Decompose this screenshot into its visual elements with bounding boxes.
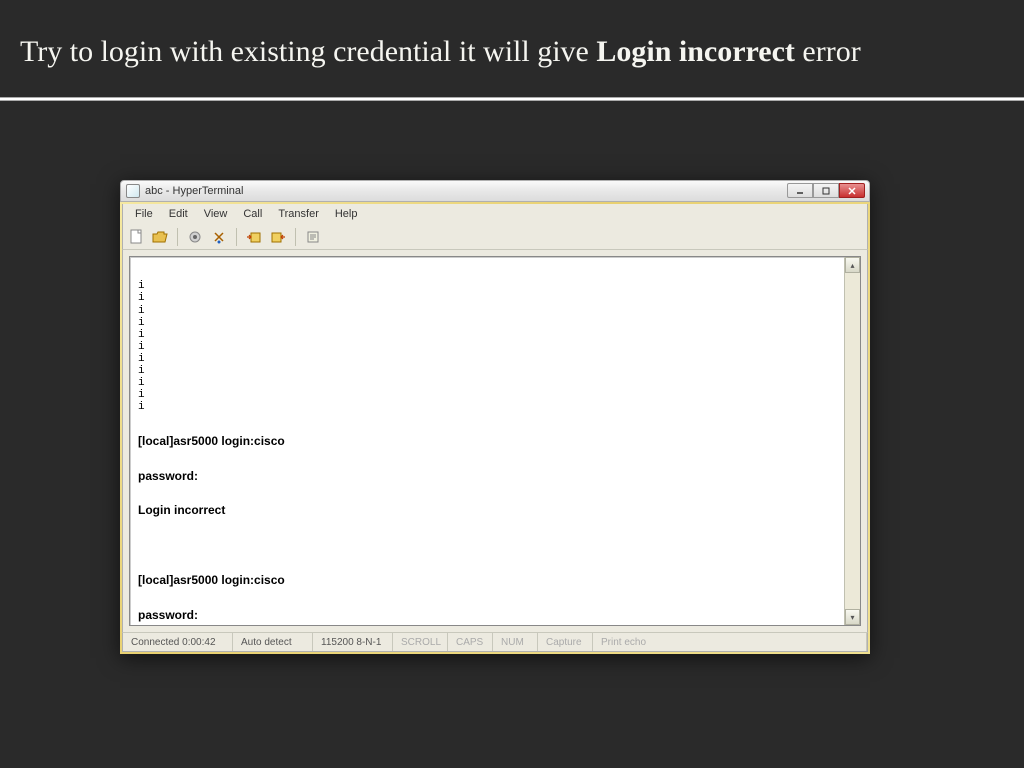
vertical-scrollbar[interactable]: ▴ ▾ (844, 257, 860, 625)
status-connected: Connected 0:00:42 (123, 633, 233, 651)
title-text-bold: Login incorrect (596, 35, 795, 68)
status-num: NUM (493, 633, 538, 651)
slide-title: Try to login with existing credential it… (0, 0, 1024, 83)
connect-icon[interactable] (186, 228, 204, 246)
toolbar-separator (236, 228, 237, 246)
maximize-button[interactable] (813, 183, 839, 198)
scroll-down-icon[interactable]: ▾ (845, 609, 860, 625)
new-icon[interactable] (127, 228, 145, 246)
menu-help[interactable]: Help (327, 206, 366, 222)
client-area: i i i i i i i i i i i [local]asr5000 log… (122, 250, 868, 632)
toolbar-separator (295, 228, 296, 246)
window-body: File Edit View Call Transfer Help (120, 202, 870, 654)
status-scroll: SCROLL (393, 633, 448, 651)
minimize-button[interactable] (787, 183, 813, 198)
title-text-prefix: Try to login with existing credential it… (20, 35, 596, 68)
title-text-suffix: error (795, 35, 861, 68)
hyperterminal-window: abc - HyperTerminal File Edit View Call … (120, 180, 870, 654)
open-icon[interactable] (151, 228, 169, 246)
minimize-icon (796, 187, 804, 195)
maximize-icon (822, 187, 830, 195)
status-line: 115200 8-N-1 (313, 633, 393, 651)
password-prompt-1: password: (138, 468, 852, 485)
titlebar[interactable]: abc - HyperTerminal (120, 180, 870, 202)
window-controls (787, 183, 865, 198)
login-prompt-1: [local]asr5000 login:cisco (138, 433, 852, 450)
status-capture: Capture (538, 633, 593, 651)
close-button[interactable] (839, 183, 865, 198)
app-icon (126, 184, 140, 198)
window-title: abc - HyperTerminal (145, 185, 243, 197)
disconnect-icon[interactable] (210, 228, 228, 246)
close-icon (848, 187, 856, 195)
divider (0, 97, 1024, 101)
password-prompt-2: password: (138, 607, 852, 624)
scroll-up-icon[interactable]: ▴ (845, 257, 860, 273)
status-caps: CAPS (448, 633, 493, 651)
menu-transfer[interactable]: Transfer (270, 206, 327, 222)
toolbar-separator (177, 228, 178, 246)
menu-call[interactable]: Call (235, 206, 270, 222)
terminal-prelude: i i i i i i i i i i i (138, 280, 852, 413)
terminal-output: i i i i i i i i i i i [local]asr5000 log… (130, 257, 860, 626)
status-echo: Print echo (593, 633, 867, 651)
menubar: File Edit View Call Transfer Help (122, 204, 868, 224)
send-icon[interactable] (245, 228, 263, 246)
blank-line (138, 537, 852, 554)
menu-edit[interactable]: Edit (161, 206, 196, 222)
statusbar: Connected 0:00:42 Auto detect 115200 8-N… (122, 632, 868, 652)
toolbar (122, 224, 868, 250)
login-prompt-2: [local]asr5000 login:cisco (138, 572, 852, 589)
menu-view[interactable]: View (196, 206, 236, 222)
receive-icon[interactable] (269, 228, 287, 246)
terminal-frame[interactable]: i i i i i i i i i i i [local]asr5000 log… (129, 256, 861, 626)
properties-icon[interactable] (304, 228, 322, 246)
status-detect: Auto detect (233, 633, 313, 651)
menu-file[interactable]: File (127, 206, 161, 222)
login-error-1: Login incorrect (138, 502, 852, 519)
